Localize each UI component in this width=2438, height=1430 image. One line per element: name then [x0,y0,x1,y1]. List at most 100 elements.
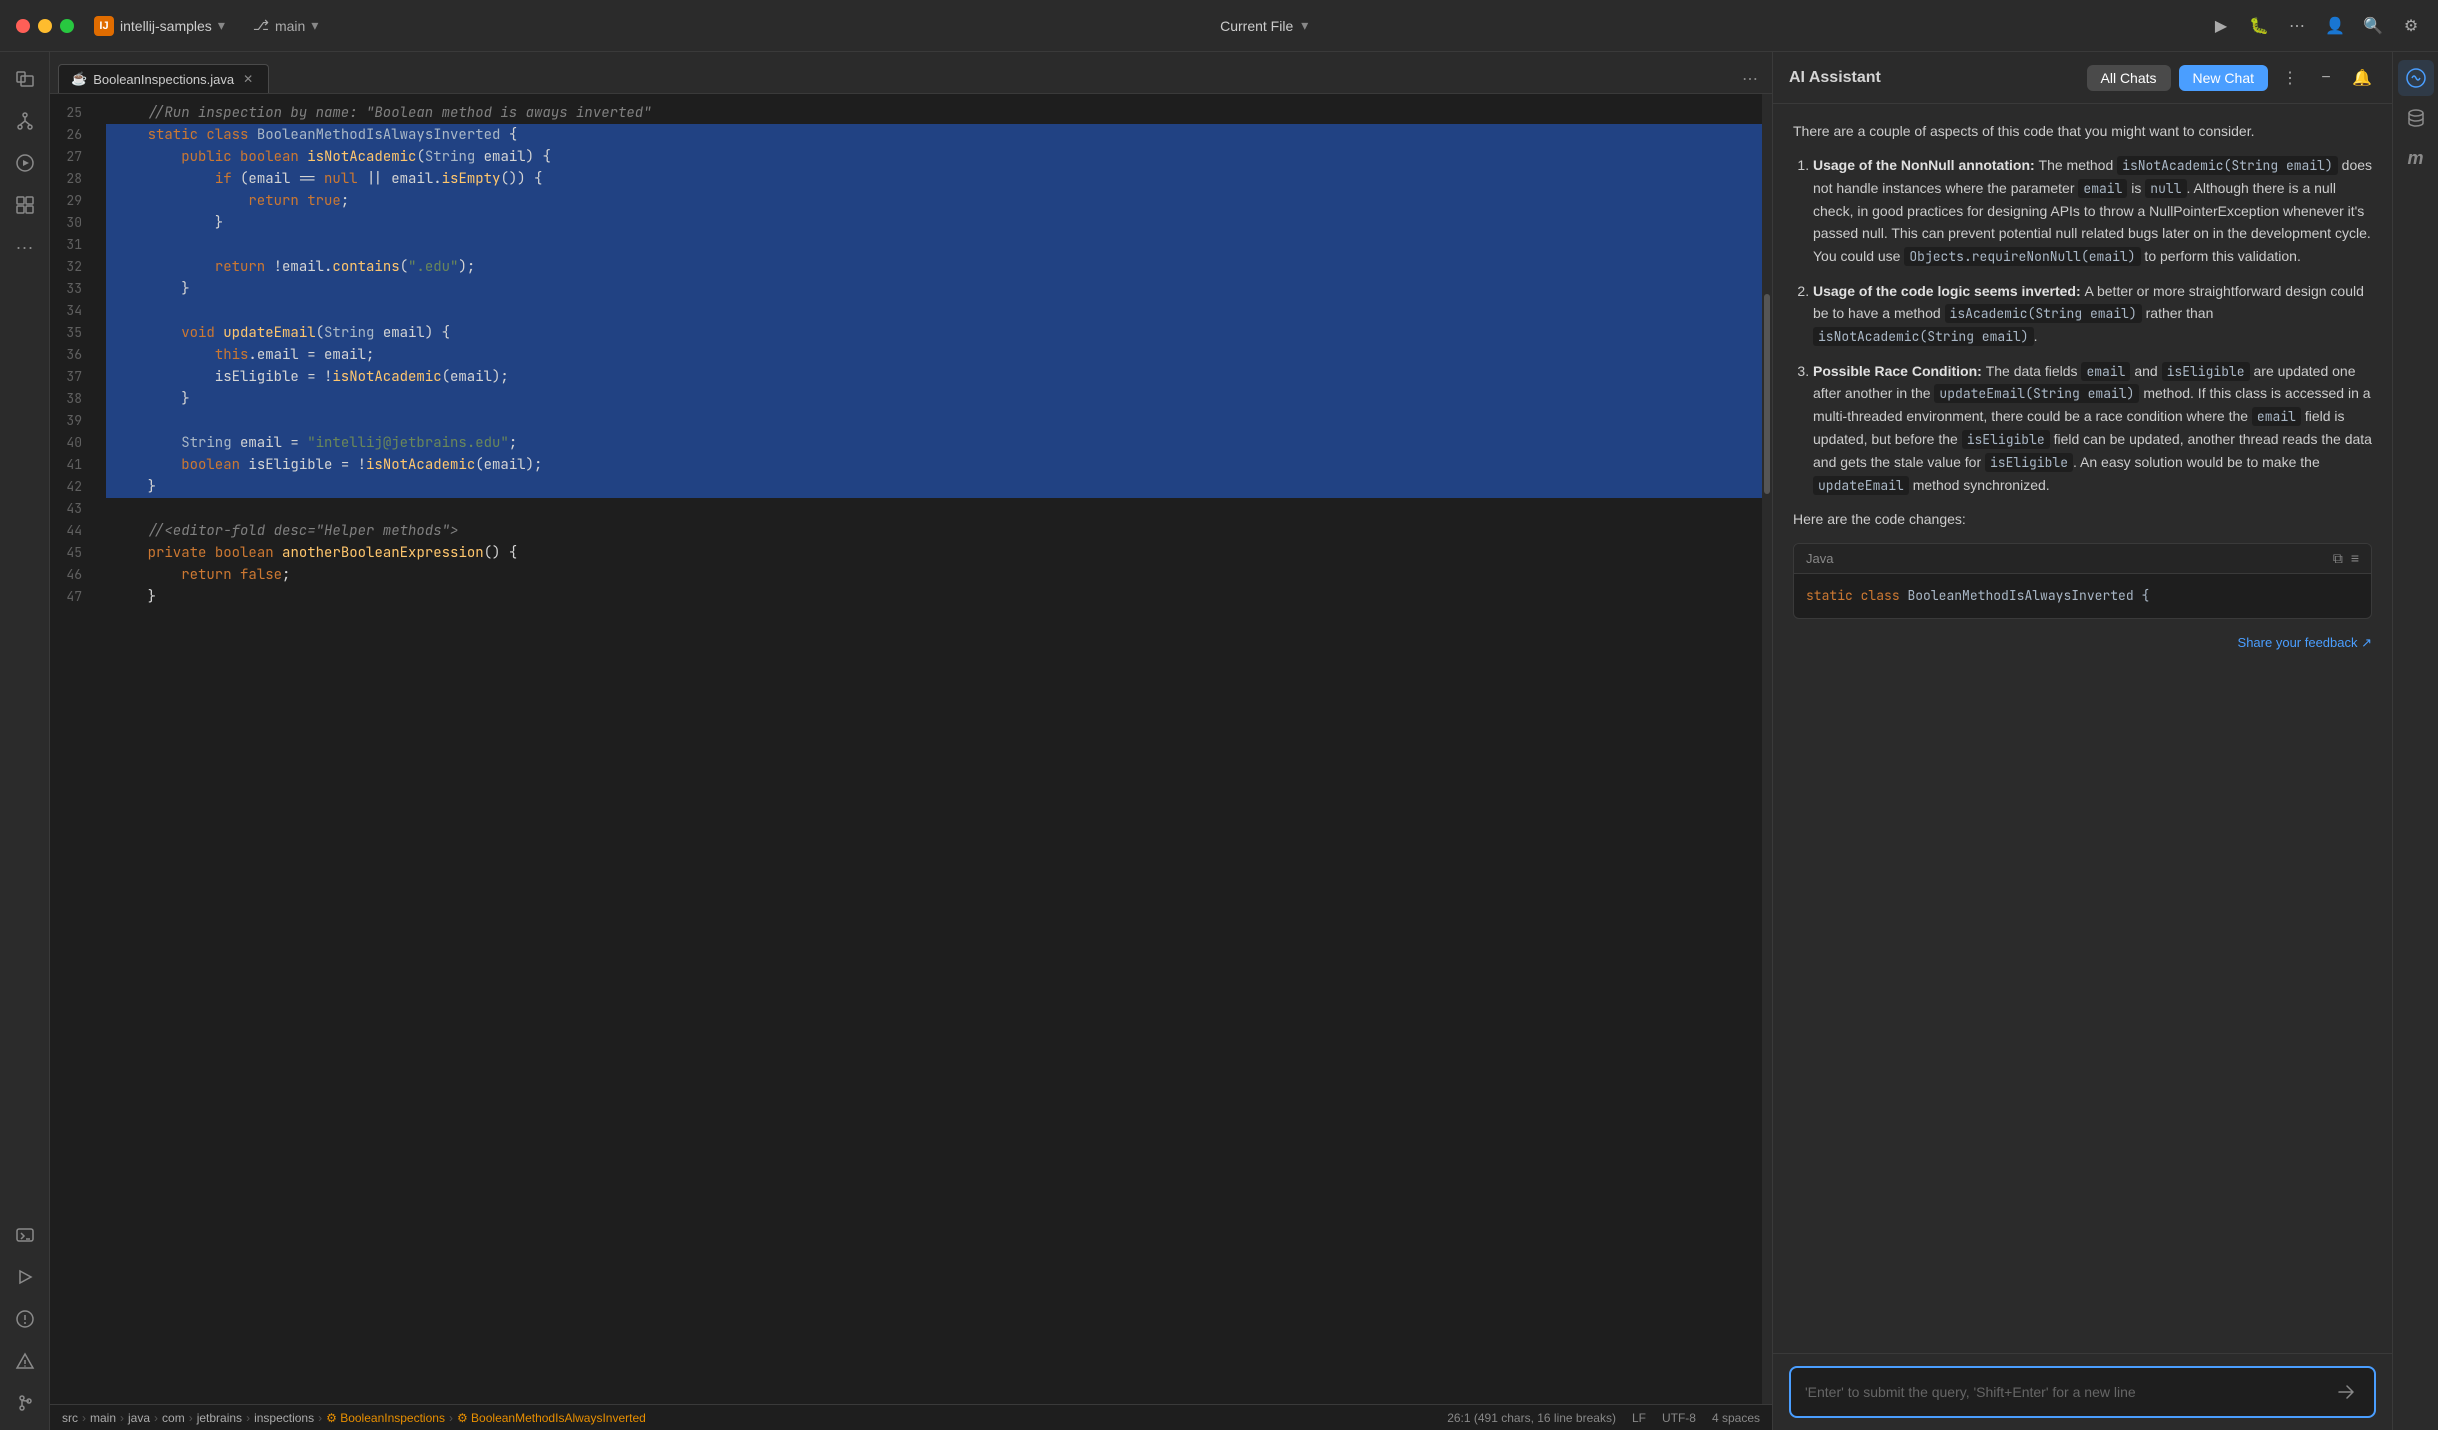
code-line-38: } [106,388,1762,410]
ai-new-chat-button[interactable]: New Chat [2179,65,2268,91]
line-num-32: 32 [50,256,90,278]
code-scrollbar[interactable] [1762,94,1772,1404]
right-sidebar: m [2392,52,2438,1430]
code-line-34 [106,300,1762,322]
sidebar-item-run[interactable] [6,144,44,182]
indent: 4 spaces [1712,1411,1760,1425]
line-num-46: 46 [50,564,90,586]
sidebar-item-terminal[interactable] [6,1216,44,1254]
close-button[interactable] [16,19,30,33]
project-selector[interactable]: IJ intellij-samples ▾ [94,16,225,36]
sidebar-item-plugins[interactable] [6,186,44,224]
ai-points-list: Usage of the NonNull annotation: The met… [1793,154,2372,496]
ai-send-button[interactable] [2332,1378,2360,1406]
line-numbers: 25 26 27 28 29 30 31 32 33 34 35 36 37 3… [50,94,106,1404]
left-sidebar: ··· [0,52,50,1430]
main-layout: ··· [0,52,2438,1430]
code-scrollbar-thumb[interactable] [1764,294,1770,494]
code-line-29: return true; [106,190,1762,212]
ai-notification-icon[interactable]: 🔔 [2348,64,2376,92]
ai-point-2: Usage of the code logic seems inverted: … [1813,280,2372,348]
line-num-36: 36 [50,344,90,366]
line-num-30: 30 [50,212,90,234]
tab-file-icon: ☕ [71,71,87,87]
line-num-33: 33 [50,278,90,300]
line-num-25: 25 [50,102,90,124]
ai-assistant-icon[interactable] [2398,60,2434,96]
ai-minimize-icon[interactable]: − [2312,64,2340,92]
sidebar-item-project[interactable] [6,60,44,98]
more-options-button[interactable]: ⋯ [2286,15,2308,37]
line-num-38: 38 [50,388,90,410]
code-line-31 [106,234,1762,256]
copy-icon[interactable]: ⧉ [2333,550,2343,567]
debug-button[interactable]: 🐛 [2248,15,2270,37]
code-line-41: boolean isEligible = !isNotAcademic(emai… [106,454,1762,476]
current-file-label: Current File [1220,18,1293,34]
settings-icon[interactable]: ⚙ [2400,15,2422,37]
run-button[interactable]: ▶ [2210,15,2232,37]
sidebar-item-problems[interactable] [6,1300,44,1338]
code-line-36: this.email = email; [106,344,1762,366]
sidebar-item-vcs[interactable] [6,102,44,140]
tab-booleaninspections[interactable]: ☕ BooleanInspections.java ✕ [58,64,269,93]
breadcrumb: src › main › java › com › jetbrains › in… [62,1411,646,1425]
line-num-42: 42 [50,476,90,498]
code-line-26: static class BooleanMethodIsAlwaysInvert… [106,124,1762,146]
m-icon[interactable]: m [2398,140,2434,176]
line-ending: LF [1632,1411,1646,1425]
expand-icon[interactable]: ≡ [2351,550,2359,566]
code-line-45: private boolean anotherBooleanExpression… [106,542,1762,564]
code-editor[interactable]: 25 26 27 28 29 30 31 32 33 34 35 36 37 3… [50,94,1772,1404]
code-line-32: return !email.contains(".edu"); [106,256,1762,278]
line-num-35: 35 [50,322,90,344]
line-num-29: 29 [50,190,90,212]
code-line-43 [106,498,1762,520]
code-line-37: isEligible = !isNotAcademic(email); [106,366,1762,388]
ai-code-block-actions: ⧉ ≡ [2333,550,2359,567]
minimize-button[interactable] [38,19,52,33]
line-num-37: 37 [50,366,90,388]
account-icon[interactable]: 👤 [2324,15,2346,37]
line-num-28: 28 [50,168,90,190]
ai-point-1: Usage of the NonNull annotation: The met… [1813,154,2372,267]
search-icon[interactable]: 🔍 [2362,15,2384,37]
code-line-35: void updateEmail(String email) { [106,322,1762,344]
ai-input-area [1773,1353,2392,1430]
database-icon[interactable] [2398,100,2434,136]
sidebar-item-warnings[interactable] [6,1342,44,1380]
project-chevron-icon: ▾ [218,17,225,34]
ai-feedback-link[interactable]: Share your feedback ↗ [1793,635,2372,651]
ai-more-options-icon[interactable]: ⋮ [2276,64,2304,92]
project-name: intellij-samples [120,18,212,34]
sidebar-item-git[interactable] [6,1384,44,1422]
line-num-26: 26 [50,124,90,146]
line-num-40: 40 [50,432,90,454]
ai-chat-content[interactable]: There are a couple of aspects of this co… [1773,104,2392,1353]
sidebar-item-more[interactable]: ··· [6,228,44,266]
maximize-button[interactable] [60,19,74,33]
line-num-43: 43 [50,498,90,520]
project-icon: IJ [94,16,114,36]
branch-chevron-icon: ▾ [311,17,318,34]
sidebar-item-run2[interactable] [6,1258,44,1296]
ai-header: AI Assistant All Chats New Chat ⋮ − 🔔 [1773,52,2392,104]
status-right: 26:1 (491 chars, 16 line breaks) LF UTF-… [1447,1411,1760,1425]
ai-input-field[interactable] [1805,1382,2324,1406]
ai-point-3: Possible Race Condition: The data fields… [1813,360,2372,497]
encoding: UTF-8 [1662,1411,1696,1425]
code-line-40: String email = "intellij@jetbrains.edu"; [106,432,1762,454]
ai-header-actions: All Chats New Chat ⋮ − 🔔 [2087,64,2377,92]
code-content[interactable]: //Run inspection by name: "Boolean metho… [106,94,1762,1404]
ai-tab-all-chats[interactable]: All Chats [2087,65,2171,91]
titlebar-dropdown-icon[interactable]: ▾ [1301,17,1308,34]
ai-code-changes-label: Here are the code changes: [1793,508,2372,530]
code-line-39 [106,410,1762,432]
branch-selector[interactable]: ⎇ main ▾ [253,17,319,34]
editor-area: ☕ BooleanInspections.java ✕ ⋯ 25 26 27 2… [50,52,1772,1430]
titlebar: IJ intellij-samples ▾ ⎇ main ▾ Current F… [0,0,2438,52]
branch-name: main [275,18,305,34]
titlebar-actions: ▶ 🐛 ⋯ 👤 🔍 ⚙ [2210,15,2422,37]
tab-close-button[interactable]: ✕ [240,71,256,87]
tab-more-button[interactable]: ⋯ [1736,65,1764,93]
